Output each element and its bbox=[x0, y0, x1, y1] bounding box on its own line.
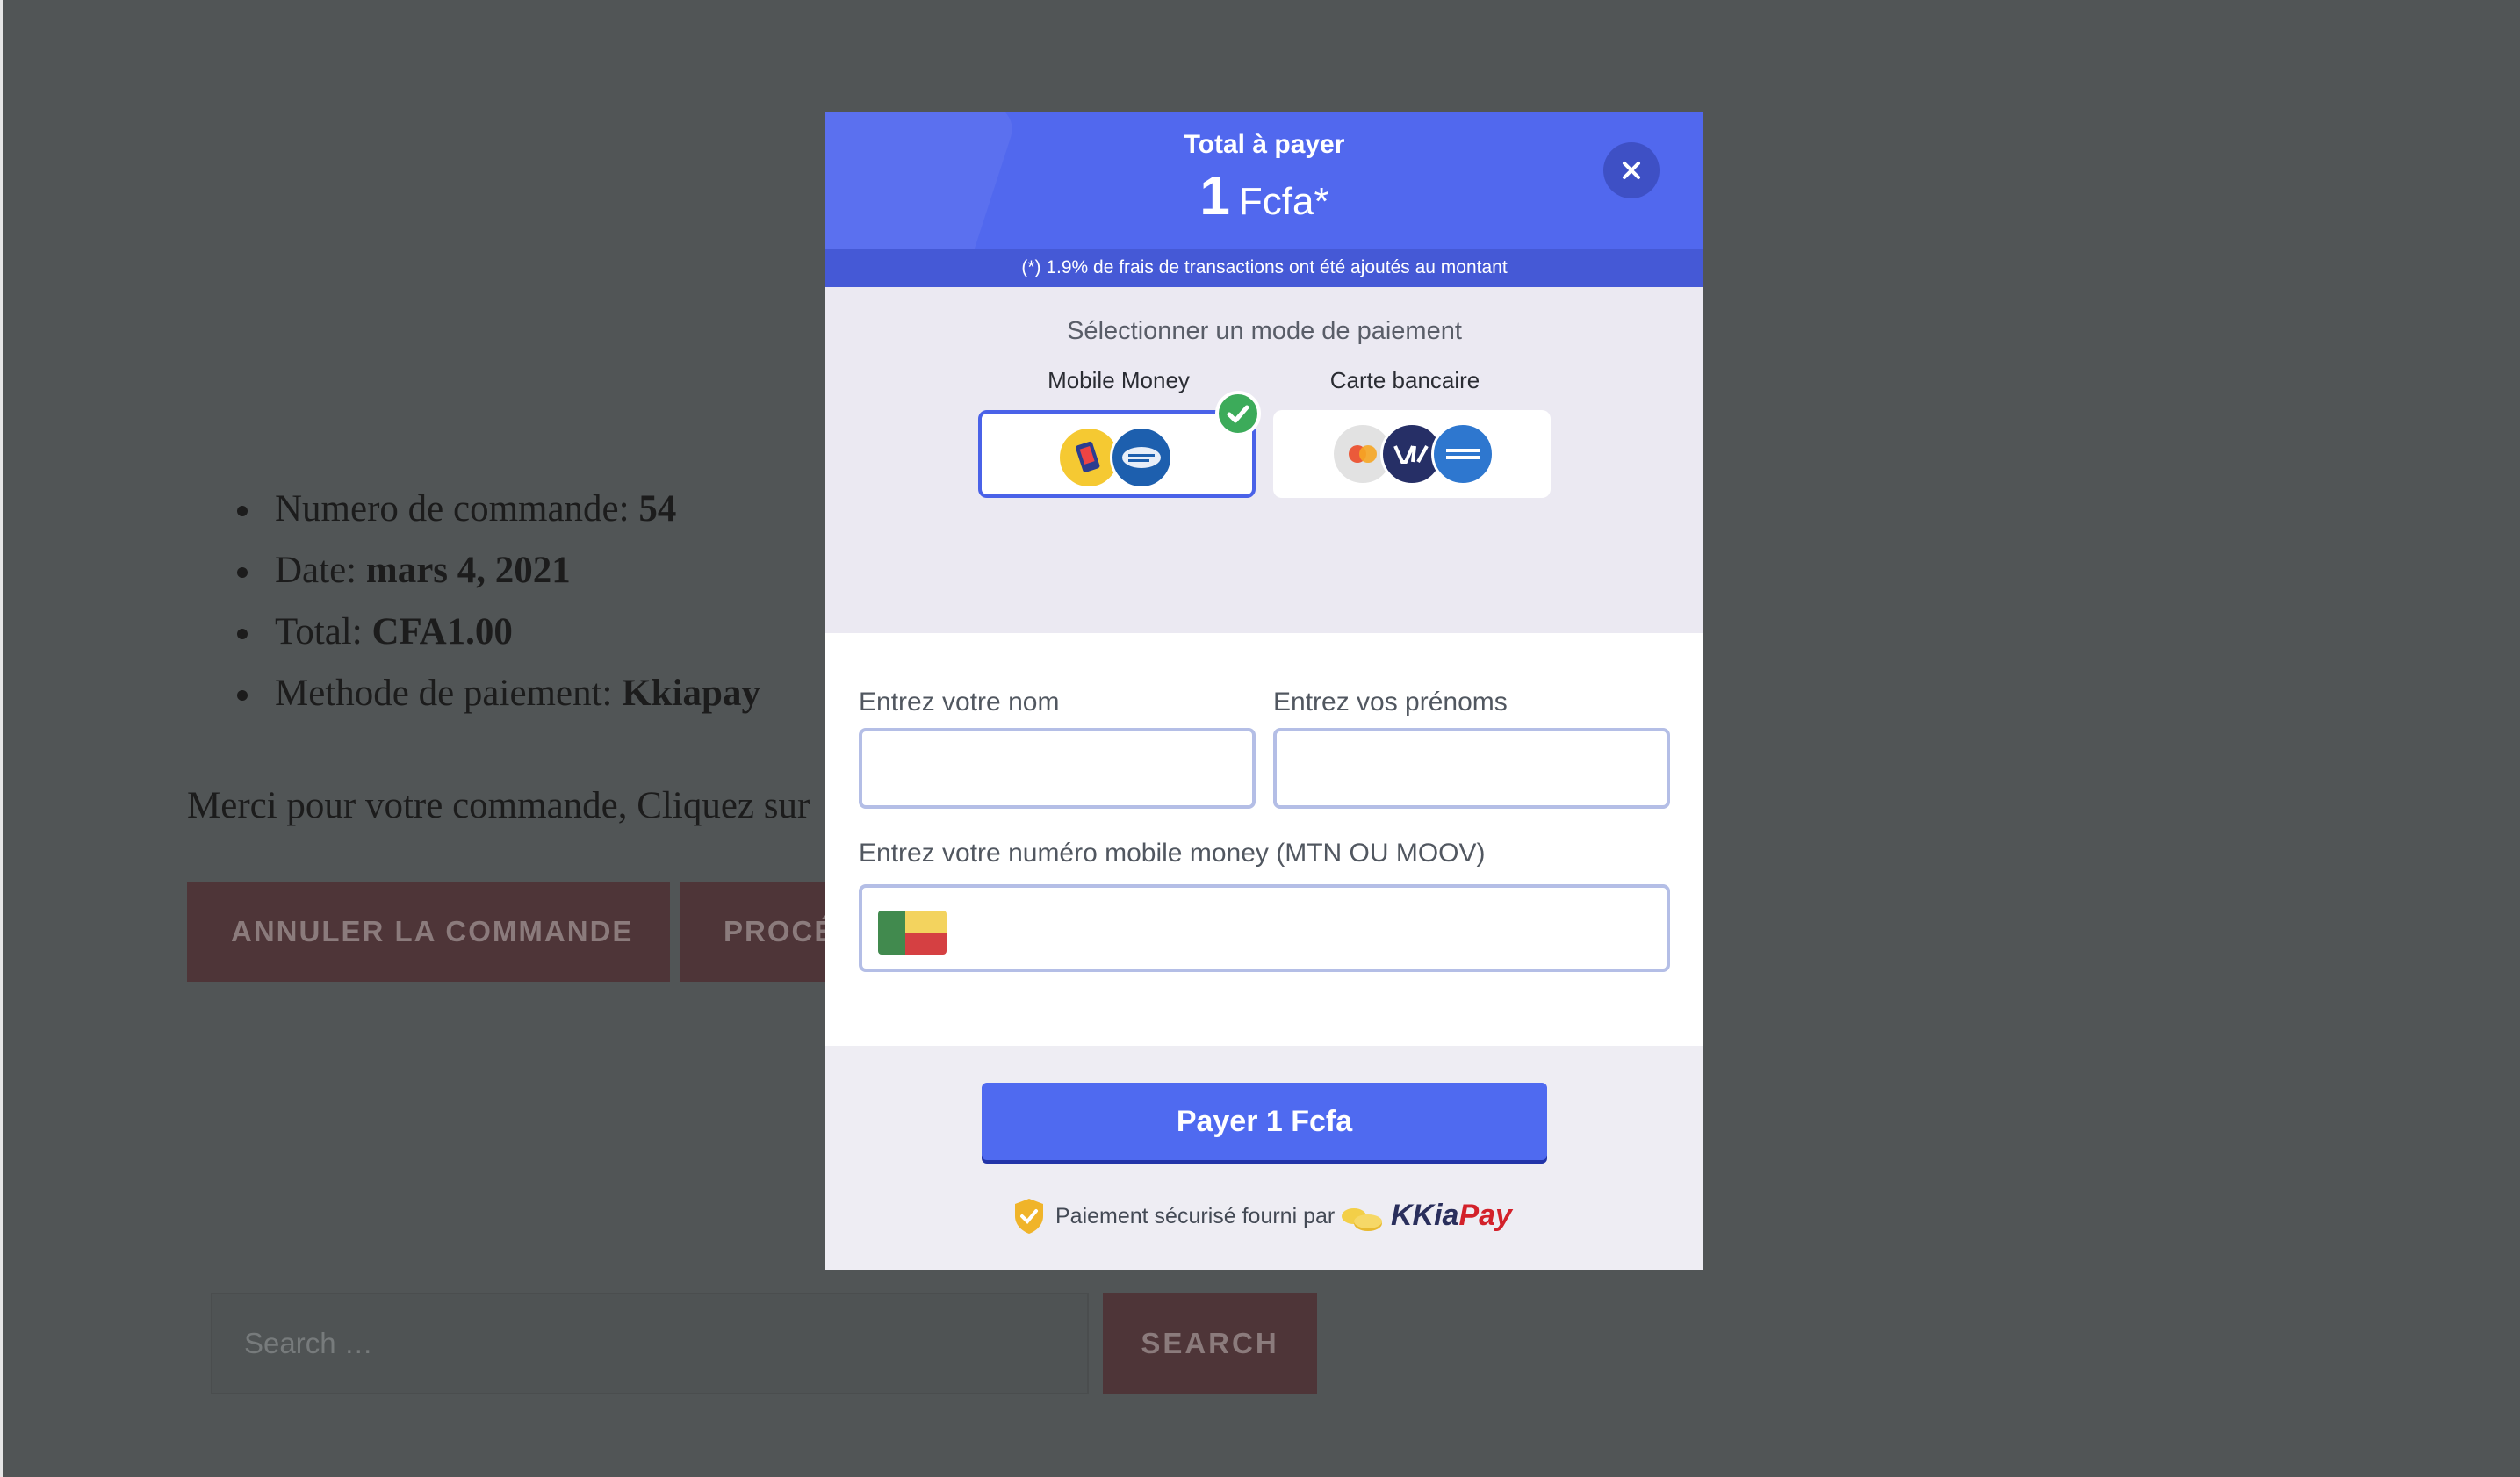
kkiapay-logo: KKiaPay bbox=[1391, 1199, 1512, 1232]
moov-logo-icon bbox=[1110, 426, 1173, 489]
order-number-item: Numero de commande: 54 bbox=[237, 479, 760, 540]
amount-currency: Fcfa* bbox=[1238, 180, 1329, 223]
secure-payment-footer: Paiement sécurisé fourni par KKiaPay bbox=[825, 1195, 1703, 1239]
shield-check-icon bbox=[1015, 1199, 1043, 1234]
bank-card-option[interactable] bbox=[1273, 410, 1551, 498]
kkiapay-coins-icon bbox=[1342, 1208, 1382, 1231]
order-total-item: Total: CFA1.00 bbox=[237, 602, 760, 663]
modal-header: Total à payer 1 Fcfa* bbox=[825, 112, 1703, 249]
last-name-label: Entrez votre nom bbox=[859, 688, 1060, 717]
card-label: Carte bancaire bbox=[1329, 367, 1480, 393]
search-button[interactable]: SEARCH bbox=[1103, 1293, 1317, 1394]
order-number-value: 54 bbox=[638, 488, 677, 530]
first-names-label: Entrez vos prénoms bbox=[1273, 688, 1508, 717]
window-edge bbox=[0, 0, 3, 1477]
order-date-value: mars 4, 2021 bbox=[365, 550, 571, 591]
order-payment-method-item: Methode de paiement: Kkiapay bbox=[237, 663, 760, 724]
mobile-money-option[interactable] bbox=[978, 410, 1256, 498]
payment-modal: Total à payer 1 Fcfa* (*) 1.9% de frais d… bbox=[825, 112, 1703, 1270]
thanks-message: Merci pour votre commande, Cliquez sur l bbox=[187, 785, 819, 826]
total-title: Total à payer bbox=[1184, 130, 1345, 159]
order-date-item: Date: mars 4, 2021 bbox=[237, 540, 760, 602]
amount-value: 1 bbox=[1199, 166, 1230, 227]
selected-check-icon bbox=[1215, 391, 1261, 436]
search-input[interactable] bbox=[211, 1293, 1089, 1394]
total-amount: 1 Fcfa* bbox=[825, 165, 1703, 227]
benin-flag-icon[interactable] bbox=[878, 911, 947, 955]
phone-number-input[interactable] bbox=[859, 884, 1670, 972]
close-icon bbox=[1623, 162, 1640, 179]
amex-logo-icon bbox=[1431, 422, 1494, 486]
order-details-list: Numero de commande: 54 Date: mars 4, 202… bbox=[237, 479, 760, 724]
first-names-input[interactable] bbox=[1273, 728, 1670, 809]
mobile-money-label: Mobile Money bbox=[1048, 367, 1190, 393]
secure-payment-text: Paiement sécurisé fourni par bbox=[1055, 1204, 1336, 1228]
last-name-input[interactable] bbox=[859, 728, 1256, 809]
pay-button[interactable]: Payer 1 Fcfa bbox=[982, 1083, 1547, 1160]
fee-notice: (*) 1.9% de frais de transactions ont ét… bbox=[825, 249, 1703, 287]
order-total-value: CFA1.00 bbox=[371, 611, 513, 652]
order-payment-method-value: Kkiapay bbox=[622, 673, 760, 714]
close-button[interactable] bbox=[1603, 142, 1660, 198]
cancel-order-button[interactable]: ANNULER LA COMMANDE bbox=[187, 882, 670, 982]
payment-method-section: Sélectionner un mode de paiement Mobile … bbox=[825, 287, 1703, 633]
pay-section: Payer 1 Fcfa Paiement sécurisé fourni pa… bbox=[825, 1046, 1703, 1270]
phone-number-label: Entrez votre numéro mobile money (MTN OU… bbox=[859, 839, 1486, 868]
method-title: Sélectionner un mode de paiement bbox=[1067, 317, 1462, 345]
